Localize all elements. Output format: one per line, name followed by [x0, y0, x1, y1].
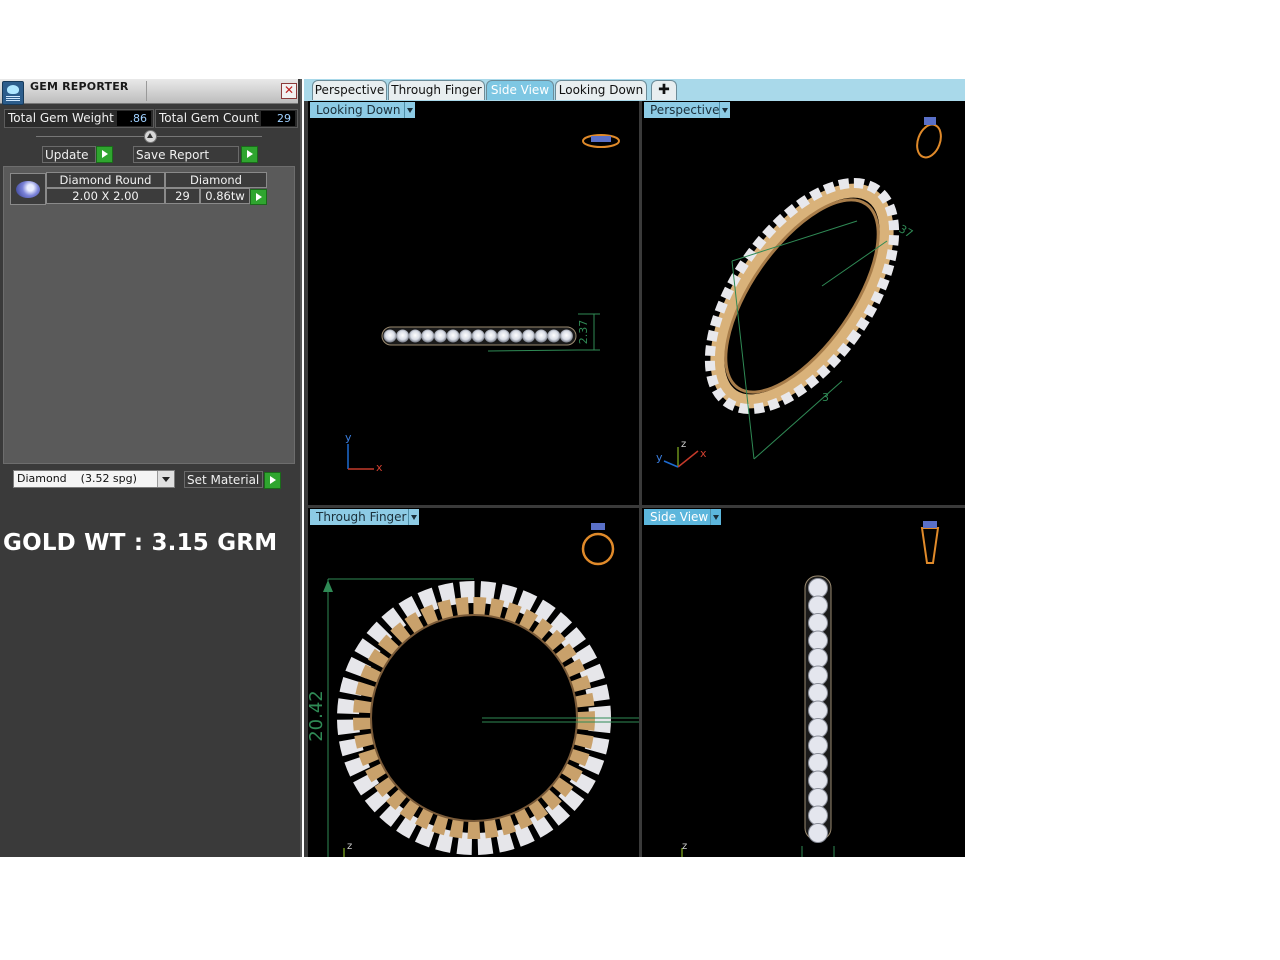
gem-stone	[522, 329, 536, 343]
total-gem-count-field: Total Gem Count 29	[155, 109, 298, 128]
viewport-side-view[interactable]: z Side View	[642, 508, 965, 857]
gem-stone	[421, 329, 435, 343]
gem-stone	[808, 613, 828, 633]
panel-titlebar: GEM REPORTER ✕	[0, 79, 298, 105]
viewport-label-side-view[interactable]: Side View	[644, 509, 713, 525]
viewport-label-looking-down[interactable]: Looking Down	[310, 102, 405, 118]
axis-label-x: x	[376, 461, 383, 474]
set-material-play-arrow-icon[interactable]	[264, 472, 281, 489]
gem-stone	[808, 648, 828, 668]
gem-stone	[808, 788, 828, 808]
tab-side-view[interactable]: Side View	[486, 80, 554, 100]
axis-label-y: y	[345, 431, 352, 444]
perspective-render: 37 3 z y x	[656, 117, 942, 468]
gem-stone	[808, 735, 828, 756]
gem-stone	[808, 595, 828, 616]
axis-label-x: x	[700, 447, 707, 460]
tab-looking-down[interactable]: Looking Down	[555, 80, 647, 100]
gem-stone	[808, 683, 828, 703]
gem-stone	[446, 329, 460, 343]
gem-stone	[547, 329, 561, 343]
looking-down-dimension: 2.37	[577, 320, 590, 345]
viewport-area: 2.37 y x Looking Down 37 3 z y x Perspec…	[304, 101, 965, 857]
perspective-dimension-1: 37	[897, 222, 916, 240]
ring-thumbnail-icon	[920, 521, 940, 564]
total-gem-weight-field: Total Gem Weight .86	[4, 109, 154, 128]
ring-thumbnail-icon	[916, 117, 942, 159]
close-icon[interactable]: ✕	[281, 83, 297, 99]
update-play-arrow-icon[interactable]	[96, 146, 113, 163]
gem-stone	[433, 329, 447, 343]
dropdown-arrow-icon[interactable]	[710, 509, 721, 525]
gem-thumbnail-icon	[10, 173, 46, 205]
dropdown-arrow-icon[interactable]	[719, 102, 730, 118]
total-gem-weight-label: Total Gem Weight	[8, 111, 114, 125]
through-finger-render: 20.42 z	[308, 523, 639, 857]
gem-count-cell[interactable]: 29	[165, 188, 200, 204]
gem-stone	[808, 753, 828, 773]
ring-thumbnail-icon	[581, 523, 615, 566]
material-select[interactable]: Diamond (3.52 spg)	[13, 470, 175, 488]
gem-stone	[471, 329, 485, 343]
gem-stone	[808, 630, 828, 651]
dropdown-arrow-icon[interactable]	[157, 471, 174, 487]
total-gem-count-label: Total Gem Count	[159, 111, 259, 125]
axis-label-z: z	[681, 439, 686, 450]
gem-shape-header: Diamond Round	[46, 172, 165, 188]
viewport-label-through-finger[interactable]: Through Finger	[310, 509, 411, 525]
perspective-dimension-2: 3	[822, 391, 829, 404]
update-button[interactable]: Update	[42, 146, 96, 163]
gem-row-play-arrow-icon[interactable]	[250, 189, 267, 205]
gem-stone	[808, 578, 828, 598]
set-material-button[interactable]: Set Material	[184, 471, 263, 488]
gem-stone	[509, 329, 523, 343]
dropdown-arrow-icon[interactable]	[408, 509, 419, 525]
gem-stone	[496, 329, 510, 343]
gem-stone	[559, 329, 573, 343]
save-report-play-arrow-icon[interactable]	[241, 146, 258, 163]
title-separator	[146, 81, 147, 101]
gem-stone	[808, 823, 828, 843]
gem-stone	[484, 329, 498, 343]
gem-stone	[808, 770, 828, 791]
ring-thumbnail-icon	[582, 134, 620, 148]
viewport-tabbar: Perspective Through Finger Side View Loo…	[304, 79, 965, 101]
gem-size-cell[interactable]: 2.00 X 2.00	[46, 188, 165, 204]
gem-material-header: Diamond	[165, 172, 267, 188]
gem-weight-cell[interactable]: 0.86tw	[200, 188, 250, 204]
tab-perspective[interactable]: Perspective	[312, 80, 387, 100]
add-tab-icon[interactable]: ✚	[651, 80, 677, 100]
axis-label-z: z	[682, 841, 687, 852]
gem-stone	[383, 329, 397, 343]
gem-stone	[408, 329, 422, 343]
panel-title: GEM REPORTER	[30, 80, 129, 93]
save-report-button[interactable]: Save Report	[133, 146, 239, 163]
viewport-looking-down[interactable]: 2.37 y x Looking Down	[308, 101, 639, 505]
gem-stone	[808, 805, 828, 826]
viewport-label-perspective[interactable]: Perspective	[644, 102, 724, 118]
viewport-through-finger[interactable]: 20.42 z Through Finger	[308, 508, 639, 857]
total-gem-count-value: 29	[261, 111, 295, 126]
gem-stone	[808, 665, 828, 686]
total-gem-weight-value: .86	[117, 111, 151, 126]
gem-stone	[808, 718, 828, 738]
axis-label-z: z	[347, 841, 352, 852]
gem-stone	[396, 329, 410, 343]
gem-stone	[459, 329, 473, 343]
looking-down-render: 2.37 y x	[345, 134, 620, 474]
gem-stone	[808, 700, 828, 721]
gem-reporter-panel: GEM REPORTER ✕ Total Gem Weight .86 Tota…	[0, 79, 302, 857]
dropdown-arrow-icon[interactable]	[404, 102, 415, 118]
gem-list	[3, 166, 295, 464]
gem-reporter-app-icon	[2, 81, 24, 105]
viewport-perspective[interactable]: 37 3 z y x Perspective	[642, 101, 965, 505]
axis-label-y: y	[656, 451, 663, 464]
gem-stone	[534, 329, 548, 343]
side-view-render: z	[681, 521, 940, 857]
collapse-arrow-icon[interactable]	[144, 130, 157, 143]
tab-through-finger[interactable]: Through Finger	[388, 80, 485, 100]
gold-weight-text: GOLD WT : 3.15 GRM	[3, 530, 278, 556]
through-finger-dimension: 20.42	[308, 690, 327, 742]
